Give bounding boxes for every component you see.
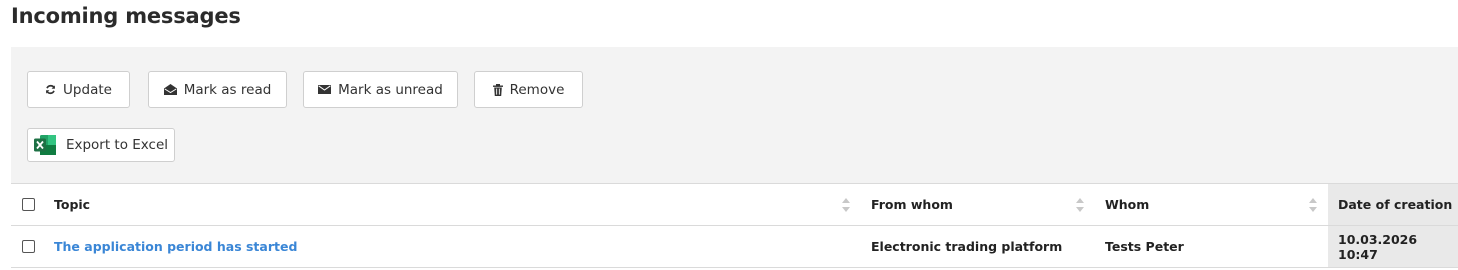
message-topic-link[interactable]: The application period has started xyxy=(54,239,297,254)
row-checkbox-cell xyxy=(11,226,47,267)
sort-icon[interactable] xyxy=(840,184,852,225)
row-whom: Tests Peter xyxy=(1105,226,1315,267)
header-topic-label: Topic xyxy=(54,197,91,212)
header-topic[interactable]: Topic xyxy=(54,184,854,225)
export-to-excel-label: Export to Excel xyxy=(65,137,169,153)
header-date-of-creation[interactable]: Date of creation xyxy=(1328,184,1458,225)
table-header: Topic From whom Whom Date of creation xyxy=(11,183,1458,226)
update-button[interactable]: Update xyxy=(27,71,130,108)
mark-as-unread-button[interactable]: Mark as unread xyxy=(303,71,458,108)
remove-label: Remove xyxy=(509,81,565,98)
header-checkbox-cell xyxy=(11,184,47,225)
header-from-whom[interactable]: From whom xyxy=(871,184,1081,225)
export-to-excel-button[interactable]: Export to Excel xyxy=(27,128,175,162)
header-whom-label: Whom xyxy=(1105,197,1150,212)
row-checkbox[interactable] xyxy=(22,240,35,253)
update-label: Update xyxy=(63,81,112,98)
toolbar: Update Mark as read Mark as unread Remov… xyxy=(11,47,1458,184)
mark-as-read-button[interactable]: Mark as read xyxy=(148,71,287,108)
row-whom-text: Tests Peter xyxy=(1105,239,1184,254)
row-from-whom-text: Electronic trading platform xyxy=(871,239,1063,254)
page-title: Incoming messages xyxy=(11,4,241,28)
envelope-open-icon xyxy=(163,84,177,95)
header-from-whom-label: From whom xyxy=(871,197,953,212)
sort-icon[interactable] xyxy=(1307,184,1319,225)
excel-icon xyxy=(33,135,56,155)
header-date-label: Date of creation xyxy=(1338,197,1453,212)
remove-button[interactable]: Remove xyxy=(474,71,583,108)
mark-as-read-label: Mark as read xyxy=(183,81,272,98)
mark-as-unread-label: Mark as unread xyxy=(338,81,443,98)
row-date-text: 10.03.2026 10:47 xyxy=(1338,231,1418,262)
envelope-icon xyxy=(318,85,332,94)
trash-icon xyxy=(492,83,503,96)
messages-table: Topic From whom Whom Date of creation Th… xyxy=(11,183,1458,270)
select-all-checkbox[interactable] xyxy=(22,198,35,211)
sort-icon[interactable] xyxy=(1074,184,1086,225)
table-row[interactable]: The application period has started Elect… xyxy=(11,226,1458,268)
row-from-whom: Electronic trading platform xyxy=(871,226,1081,267)
header-whom[interactable]: Whom xyxy=(1105,184,1315,225)
row-date-of-creation: 10.03.2026 10:47 xyxy=(1328,226,1458,267)
refresh-icon xyxy=(45,84,56,95)
row-topic-cell: The application period has started xyxy=(54,226,854,267)
